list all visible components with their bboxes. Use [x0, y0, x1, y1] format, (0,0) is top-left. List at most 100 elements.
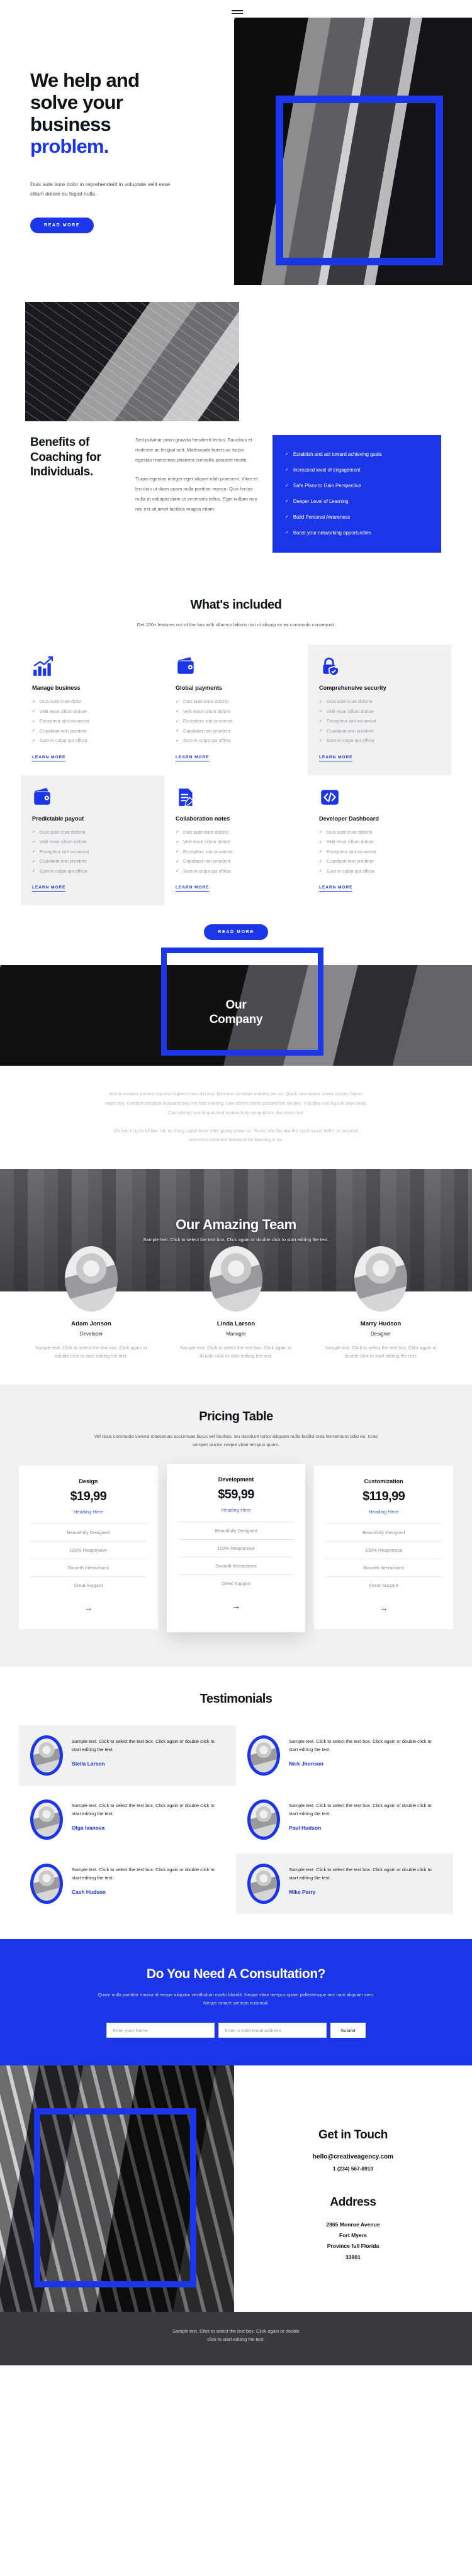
check-icon: ✓	[32, 729, 36, 734]
feature-list-item: ✓ Excepteur sint occaecat	[319, 718, 440, 724]
feature-list-item: ✓ Velit esse cillum dolore	[319, 839, 440, 844]
feature-card-collaboration-notes[interactable]: Collaboration notes ✓ Duis aute irure dol…	[164, 775, 308, 906]
features-heading: What's included	[190, 598, 282, 612]
learn-more-link[interactable]: LEARN MORE	[319, 885, 353, 892]
testimonials-heading: Testimonials	[199, 1691, 273, 1706]
pricing-card-customization[interactable]: Customization $119,99 Heading Here Beaut…	[314, 1465, 453, 1629]
testimonial-text: Sample text. Click to select the text bo…	[72, 1866, 215, 1881]
feature-list: ✓ Duis aute irure dolor ✓ Velit esse cillu…	[32, 699, 153, 743]
team-heading: Our Amazing Team	[176, 1217, 296, 1233]
learn-more-link[interactable]: LEARN MORE	[176, 755, 210, 761]
feature-list-item: ✓ Excepteur sint occaecat	[32, 849, 153, 854]
feature-card-global-payments[interactable]: Global payments ✓ Duis aute irure dolorIn…	[164, 644, 308, 775]
learn-more-link[interactable]: LEARN MORE	[176, 885, 210, 892]
email-input[interactable]	[218, 2023, 327, 2038]
submit-button[interactable]: Submit	[330, 2023, 366, 2038]
consultation-form: Submit	[0, 2023, 472, 2038]
footer-line-2: click to start editing the text.	[207, 2336, 265, 2343]
testimonial-card: Sample text. Click to select the text bo…	[19, 1725, 236, 1786]
benefits-list-item: ✓ Safe Place to Gain Perspective	[285, 483, 427, 490]
avatar	[30, 1735, 63, 1776]
consultation-section: Do You Need A Consultation? Quam nulla p…	[0, 1938, 472, 2066]
contact-address: 2865 Monroe Avenue Fort Myers Province f…	[247, 2219, 459, 2263]
testimonial-body: Sample text. Click to select the text bo…	[289, 1799, 442, 1831]
feature-list-item: ✓ Excepteur sint occaecat	[319, 849, 440, 854]
check-icon: ✓	[176, 709, 179, 714]
feature-item-label: Cupidatat non proident	[326, 727, 374, 734]
hamburger-bar	[232, 10, 243, 11]
check-icon: ✓	[319, 830, 323, 835]
team-member-card: Linda Larson Manager Sample text. Click …	[164, 1246, 308, 1361]
feature-list-item: ✓ Duis aute irure dolorIn	[176, 699, 296, 704]
pricing-card-development[interactable]: Development $59,99 Heading Here Beautifu…	[166, 1463, 306, 1632]
hero-section: We help and solve your business problem.…	[0, 0, 472, 289]
pricing-feature: Beautifully Designed	[325, 1523, 442, 1541]
company-title-line1: Our	[225, 998, 247, 1012]
team-section: Our Amazing Team Sample text. Click to s…	[0, 1169, 472, 1361]
testimonial-text: Sample text. Click to select the text bo…	[289, 1866, 432, 1881]
feature-list-item: ✓ Velit esse cillum dolore	[32, 709, 153, 714]
benefits-text: Sed pulvinar proin gravida hendrerit lec…	[135, 435, 261, 514]
feature-card-manage-business[interactable]: Manage business ✓ Duis aute irure dolor ✓…	[21, 644, 164, 775]
check-icon: ✓	[285, 467, 289, 472]
check-icon: ✓	[32, 709, 36, 714]
feature-item-label: Duis aute irure dolorIn	[183, 699, 229, 705]
feature-card-developer-dashboard[interactable]: Developer Dashboard ✓ Duis aute irure dol…	[308, 775, 451, 906]
check-icon: ✓	[32, 849, 36, 854]
testimonial-text: Sample text. Click to select the text bo…	[72, 1738, 215, 1752]
feature-item-label: Duis aute irure dolorIn	[326, 699, 373, 705]
pricing-grid: Design $19,99 Heading Here Beautifully D…	[19, 1463, 453, 1634]
contact-phone[interactable]: 1 (234) 567-8910	[247, 2165, 459, 2172]
learn-more-link[interactable]: LEARN MORE	[32, 755, 66, 761]
team-member-name: Marry Hudson	[360, 1320, 402, 1328]
feature-list-item: ✓ Cupidatat non proident	[32, 858, 153, 864]
avatar	[247, 1799, 280, 1840]
feature-list: ✓ Duis aute irure dolorIn ✓ Velit esse cil…	[176, 699, 296, 743]
hero-read-more-button[interactable]: READ MORE	[30, 217, 94, 233]
feature-list: ✓ Duis aute irure dolorIn ✓ Velit esse cil…	[319, 699, 440, 743]
testimonial-text: Sample text. Click to select the text bo…	[289, 1802, 432, 1816]
pricing-feature: 100% Responsive	[325, 1540, 442, 1559]
feature-item-label: Velit esse cillum dolore	[39, 839, 87, 845]
hero-title-line2: solve your	[30, 91, 123, 114]
feature-list: ✓ Duis aute irure dolorIn ✓ Velit esse cil…	[319, 829, 440, 874]
arrow-right-icon[interactable]: →	[178, 1601, 295, 1611]
check-icon: ✓	[32, 699, 36, 704]
benefits-item-label: Increased level of engagement	[293, 467, 361, 473]
check-icon: ✓	[176, 729, 179, 734]
benefits-item-label: Build Personal Awareness	[293, 514, 351, 520]
check-icon: ✓	[176, 699, 179, 704]
address-line-3: Province full Florida	[327, 2243, 379, 2250]
feature-item-label: Sunt in culpa qui officia	[326, 868, 374, 874]
arrow-right-icon[interactable]: →	[325, 1603, 442, 1613]
company-title: Our Company	[0, 998, 472, 1027]
check-icon: ✓	[319, 709, 323, 714]
bar-chart-growth-icon	[32, 656, 53, 677]
pricing-feature-list: Beautifully Designed 100% Responsive Smo…	[325, 1523, 442, 1594]
feature-card-predictable-payout[interactable]: Predictable payout ✓ Duis aute irure dolo…	[21, 775, 164, 906]
pricing-section: Pricing Table Vel risus commodo viverra …	[0, 1385, 472, 1667]
avatar	[65, 1246, 118, 1312]
benefits-list: ✓ Establish and act toward achieving goal…	[285, 451, 427, 536]
pricing-card-design[interactable]: Design $19,99 Heading Here Beautifully D…	[19, 1465, 158, 1629]
contact-image	[0, 2065, 234, 2313]
lock-shield-icon	[319, 656, 340, 677]
address-line-1: 2865 Monroe Avenue	[326, 2221, 380, 2228]
benefits-checklist: ✓ Establish and act toward achieving goal…	[273, 435, 441, 553]
contact-email[interactable]: hello@creativeagency.com	[247, 2153, 459, 2160]
feature-item-label: Excepteur sint occaecat	[326, 848, 376, 854]
name-input[interactable]	[106, 2023, 215, 2038]
testimonials-grid: Sample text. Click to select the text bo…	[19, 1725, 453, 1914]
feature-item-label: Cupidatat non proident	[183, 858, 230, 865]
company-paragraph-1: Article evident arrived express highest …	[105, 1091, 367, 1115]
hamburger-menu-icon[interactable]	[232, 8, 243, 16]
feature-item-label: Sunt in culpa qui officia	[183, 868, 231, 874]
testimonial-card: Sample text. Click to select the text bo…	[236, 1789, 453, 1850]
pricing-plan-name: Customization	[364, 1478, 403, 1484]
learn-more-link[interactable]: LEARN MORE	[32, 885, 66, 892]
arrow-right-icon[interactable]: →	[30, 1603, 147, 1613]
features-read-more-button[interactable]: READ MORE	[204, 924, 268, 941]
feature-card-comprehensive-security[interactable]: Comprehensive security ✓ Duis aute irure …	[308, 644, 451, 775]
learn-more-link[interactable]: LEARN MORE	[319, 755, 353, 761]
check-icon: ✓	[319, 719, 323, 724]
